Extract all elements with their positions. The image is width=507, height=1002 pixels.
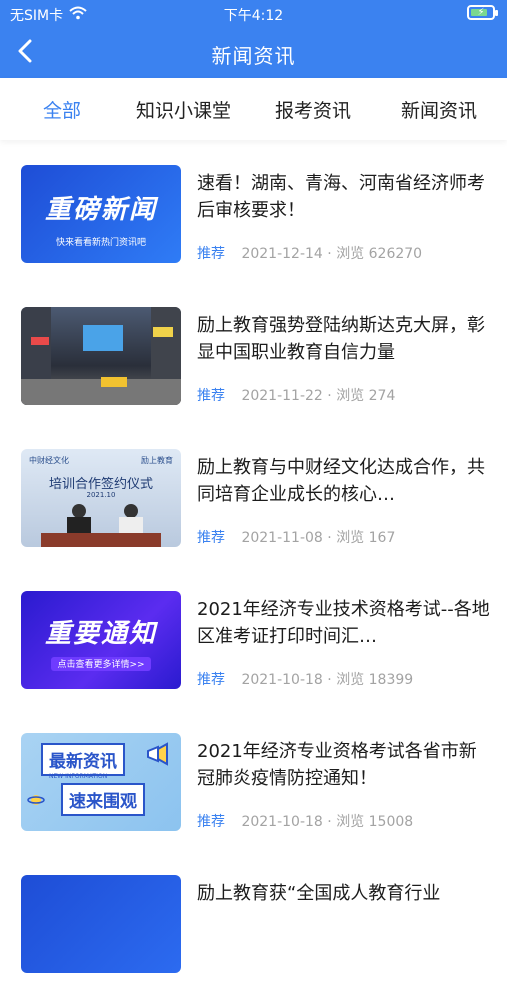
megaphone-icon <box>145 741 171 771</box>
thumbnail-en-text: NEW INFORMATION <box>49 773 108 780</box>
article-meta: 推荐 2021-10-18 · 浏览 15008 <box>197 814 414 830</box>
tab-news[interactable]: 新闻资讯 <box>401 96 477 123</box>
article-date: 2021-10-18 <box>241 814 323 830</box>
article-date: 2021-11-08 <box>241 530 323 546</box>
article-date: 2021-11-22 <box>241 388 323 404</box>
battery-icon: ⚡ <box>467 5 498 20</box>
article-thumbnail <box>21 307 181 405</box>
page-title: 新闻资讯 <box>211 44 296 68</box>
list-item[interactable]: 重磅新闻 快来看看新热门资讯吧 速看！湖南、青海、河南省经济师考后审核要求！ 推… <box>0 150 507 292</box>
recommend-tag: 推荐 <box>197 814 225 830</box>
article-title: 2021年经济专业资格考试各省市新冠肺炎疫情防控通知！ <box>197 741 477 789</box>
article-thumbnail: 重要通知 点击查看更多详情>> <box>21 591 181 689</box>
thumbnail-text: 重要通知 <box>44 619 157 649</box>
recommend-tag: 推荐 <box>197 388 225 404</box>
tab-knowledge[interactable]: 知识小课堂 <box>136 96 231 123</box>
thumbnail-subtext: 快来看看新热门资讯吧 <box>55 238 146 248</box>
article-title: 励上教育获“全国成人教育行业 <box>197 883 441 904</box>
article-meta: 推荐 2021-11-22 · 浏览 274 <box>197 388 396 404</box>
clock: 下午4:12 <box>223 8 284 24</box>
article-views: 浏览 18399 <box>336 672 414 688</box>
article-thumbnail: 中财经文化 励上教育 培训合作签约仪式 2021.10 <box>21 449 181 547</box>
article-meta: 推荐 2021-10-18 · 浏览 18399 <box>197 672 414 688</box>
article-views: 浏览 626270 <box>336 246 423 262</box>
signing-photo <box>41 504 161 547</box>
recommend-tag: 推荐 <box>197 672 225 688</box>
tab-all[interactable]: 全部 <box>43 96 81 123</box>
article-title: 速看！湖南、青海、河南省经济师考后审核要求！ <box>197 173 485 221</box>
article-views: 浏览 15008 <box>336 814 414 830</box>
article-views: 浏览 274 <box>336 388 396 404</box>
thumbnail-subtext: 速来围观 <box>61 783 145 816</box>
recommend-tag: 推荐 <box>197 530 225 546</box>
article-thumbnail <box>21 875 181 973</box>
article-meta: 推荐 2021-12-14 · 浏览 626270 <box>197 246 423 262</box>
list-item[interactable]: 重要通知 点击查看更多详情>> 2021年经济专业技术资格考试--各地区准考证打… <box>0 576 507 718</box>
thumbnail-subtext: 点击查看更多详情>> <box>57 660 145 670</box>
header: 无SIM卡 下午4:12 ⚡ 新闻资讯 <box>0 0 507 78</box>
article-title: 2021年经济专业技术资格考试--各地区准考证打印时间汇… <box>197 599 490 647</box>
article-date: 2021-10-18 <box>241 672 323 688</box>
status-bar: 无SIM卡 下午4:12 ⚡ <box>0 0 507 28</box>
recommend-tag: 推荐 <box>197 246 225 262</box>
list-item[interactable]: 励上教育获“全国成人教育行业 <box>0 860 507 1002</box>
category-tabs: 全部 知识小课堂 报考资讯 新闻资讯 <box>0 78 507 140</box>
list-item[interactable]: 励上教育强势登陆纳斯达克大屏，彰显中国职业教育自信力量 推荐 2021-11-2… <box>0 292 507 434</box>
article-meta: 推荐 2021-11-08 · 浏览 167 <box>197 530 396 546</box>
times-square-photo <box>21 307 181 405</box>
article-thumbnail: 最新资讯 NEW INFORMATION 速来围观 <box>21 733 181 831</box>
article-date: 2021-12-14 <box>241 246 323 262</box>
thumbnail-text: 重磅新闻 <box>44 195 157 225</box>
article-thumbnail: 重磅新闻 快来看看新热门资讯吧 <box>21 165 181 263</box>
list-item[interactable]: 中财经文化 励上教育 培训合作签约仪式 2021.10 励上教育与中财经文化达成… <box>0 434 507 576</box>
article-title: 励上教育强势登陆纳斯达克大屏，彰显中国职业教育自信力量 <box>197 315 485 363</box>
navbar: 新闻资讯 <box>0 28 507 78</box>
planet-icon <box>27 791 45 813</box>
article-title: 励上教育与中财经文化达成合作，共同培育企业成长的核心… <box>197 457 485 505</box>
tab-exam-info[interactable]: 报考资讯 <box>275 96 351 123</box>
thumbnail-text: 最新资讯 <box>41 743 125 776</box>
list-item[interactable]: 最新资讯 NEW INFORMATION 速来围观 2021年经济专业资格考试各… <box>0 718 507 860</box>
article-views: 浏览 167 <box>336 530 396 546</box>
